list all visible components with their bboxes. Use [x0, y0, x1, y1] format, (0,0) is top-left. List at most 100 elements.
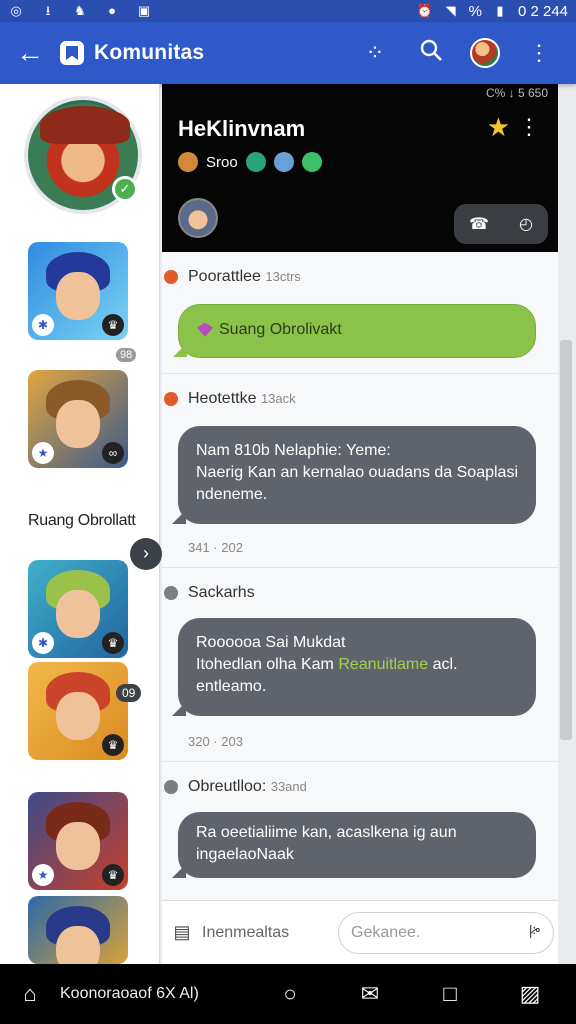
search-icon[interactable]: [414, 38, 448, 68]
nav-text: Koonoraoaof 6X Al): [60, 985, 199, 1002]
bubble-text: Suang Obrolivakt: [219, 321, 342, 338]
home-circle-button[interactable]: ○: [250, 981, 330, 1007]
author-dot-icon: [164, 586, 178, 600]
header-status-row: Sroo: [178, 152, 322, 172]
header-controls: ☎ ◴: [454, 204, 548, 244]
message-bubble[interactable]: Nam 810b Nelaphie: Yeme: Naerig Kan an k…: [178, 426, 536, 524]
message-meta: Sackarhs: [188, 584, 255, 602]
crown-icon: ♛: [102, 632, 124, 654]
header-status: Sroo: [206, 153, 238, 171]
alarm-icon: ⏰: [416, 3, 433, 18]
sidebar-group-label: Ruang Obrollatt: [28, 512, 136, 529]
overflow-menu-button[interactable]: ⋮: [522, 40, 556, 66]
app-icon: ▣: [137, 3, 151, 18]
app-bar: ← Komunitas ⁘ ⋮: [0, 22, 576, 84]
community-tile-1[interactable]: ✱ ♛: [28, 242, 128, 340]
game-icon: [301, 152, 322, 172]
message-composer: ▤ Inenmealtas Gekanee. ꔶ: [162, 900, 558, 964]
bubble-highlight: Reanuitlame: [338, 656, 429, 673]
expand-sidebar-button[interactable]: ›: [130, 538, 162, 570]
message-input-placeholder: Gekanee.: [351, 923, 421, 941]
crown-icon: ♛: [102, 864, 124, 886]
tile-face: [56, 272, 100, 320]
bubble-text: Itohedlan olha Kam: [196, 656, 334, 673]
message-bubble[interactable]: Roooooa Sai Mukdat Itohedlan olha Kam Re…: [178, 618, 536, 716]
message-input[interactable]: Gekanee. ꔶ: [338, 911, 554, 954]
message-bubble[interactable]: Ra oeetialiime kan, acaslkena ig aun ing…: [178, 812, 536, 878]
bubble-line: ingaelaoNaak: [196, 846, 294, 863]
chat-icon: ●: [108, 3, 116, 18]
tile-face: [56, 590, 100, 638]
message-time: 13ctrs: [265, 269, 301, 284]
community-tile-4[interactable]: ♛: [28, 662, 128, 760]
members-icon[interactable]: ⁘: [358, 40, 392, 66]
emoji-icon: [178, 152, 198, 172]
sync-icon: ◎: [10, 3, 22, 18]
page-title: Komunitas: [94, 41, 205, 64]
search-glyph: [420, 39, 442, 61]
link-icon: ∞: [102, 442, 124, 464]
community-tile-5[interactable]: ★ ♛: [28, 792, 128, 890]
back-button[interactable]: ←: [0, 37, 60, 69]
message-stamp: 341 · 202: [188, 540, 243, 555]
community-tile-6[interactable]: [28, 896, 128, 964]
count-badge: 98: [116, 348, 137, 362]
mail-icon[interactable]: ✉: [330, 981, 410, 1007]
composer-mode-label[interactable]: Inenmealtas: [202, 924, 332, 942]
message-stamp: 320 · 203: [188, 734, 243, 749]
bubble-line: Naerig Kan an kernalao ouadans da Soapla…: [196, 464, 519, 503]
header-menu-button[interactable]: ⋮: [518, 114, 540, 140]
message-bubble[interactable]: Suang Obrolivakt: [178, 304, 536, 358]
wifi-icon: ◥: [445, 3, 456, 18]
online-check-icon: ✓: [112, 176, 138, 202]
author-dot-icon: [164, 270, 178, 284]
message-author: Obreutlloo:: [188, 778, 267, 795]
battery-icon: ▮: [496, 3, 504, 18]
feed-scrollbar[interactable]: [560, 340, 572, 740]
avatar-hat: [40, 106, 130, 144]
bubble-line: Nam 810b Nelaphie: Yeme:: [196, 442, 391, 459]
attachment-icon[interactable]: ▤: [162, 922, 202, 943]
community-tile-3[interactable]: ✱ ♛: [28, 560, 128, 658]
bubble-line-2: Itohedlan olha Kam Reanuitlame acl. entl…: [196, 654, 518, 698]
game-icon: ♞: [74, 3, 86, 18]
chat-header-card: C% ↓ 5 650 HeKlinvnam ★ ⋮ Sroo ☎ ◴: [162, 84, 558, 252]
community-logo-icon: [60, 41, 84, 65]
mic-icon[interactable]: ꔶ: [529, 922, 541, 943]
message-time: 13ack: [260, 391, 296, 406]
gear-icon: ✱: [32, 632, 54, 654]
community-sidebar: ✓ ✱ ♛ 98 ★ ∞ Ruang Obrollatt ✱ ♛ ♛ ★ ♛: [0, 84, 160, 964]
crown-icon: ♛: [102, 734, 124, 756]
message-item: Obreutlloo: 33and Ra oeetialiime kan, ac…: [162, 762, 558, 900]
profile-avatar[interactable]: [470, 38, 500, 68]
battery-text: %: [468, 2, 482, 20]
member-avatar[interactable]: [178, 198, 218, 238]
message-author: Sackarhs: [188, 584, 255, 601]
gear-icon: [273, 152, 294, 172]
star-icon: ★: [32, 442, 54, 464]
voice-chat-icon[interactable]: ☎: [469, 214, 489, 234]
compass-icon[interactable]: ◴: [519, 214, 533, 234]
favorite-star-icon[interactable]: ★: [487, 112, 510, 143]
screenshot-icon[interactable]: ▨: [490, 981, 570, 1007]
recents-button[interactable]: □: [410, 981, 490, 1007]
unread-pill: 09: [116, 684, 142, 702]
tile-face: [56, 822, 100, 870]
download-icon: ⭳: [45, 3, 51, 18]
gem-icon: [197, 322, 213, 337]
home-icon[interactable]: ⌂: [0, 981, 60, 1007]
tile-face: [56, 692, 100, 740]
bubble-line: Roooooa Sai Mukdat: [196, 634, 346, 651]
message-meta: Poorattlee 13ctrs: [188, 268, 301, 286]
message-meta: Obreutlloo: 33and: [188, 778, 307, 796]
message-author: Heotettke: [188, 390, 257, 407]
current-community-avatar[interactable]: ✓: [24, 96, 142, 214]
community-tile-2[interactable]: ★ ∞: [28, 370, 128, 468]
message-item: Poorattlee 13ctrs Suang Obrolivakt: [162, 252, 558, 374]
header-status-text: C% ↓ 5 650: [485, 86, 548, 100]
message-item: Heotettke 13ack Nam 810b Nelaphie: Yeme:…: [162, 374, 558, 568]
clock: 0 2 244: [517, 2, 568, 20]
star-icon: ★: [32, 864, 54, 886]
message-feed: Poorattlee 13ctrs Suang Obrolivakt Heote…: [162, 252, 558, 900]
message-item: Sackarhs Roooooa Sai Mukdat Itohedlan ol…: [162, 568, 558, 762]
